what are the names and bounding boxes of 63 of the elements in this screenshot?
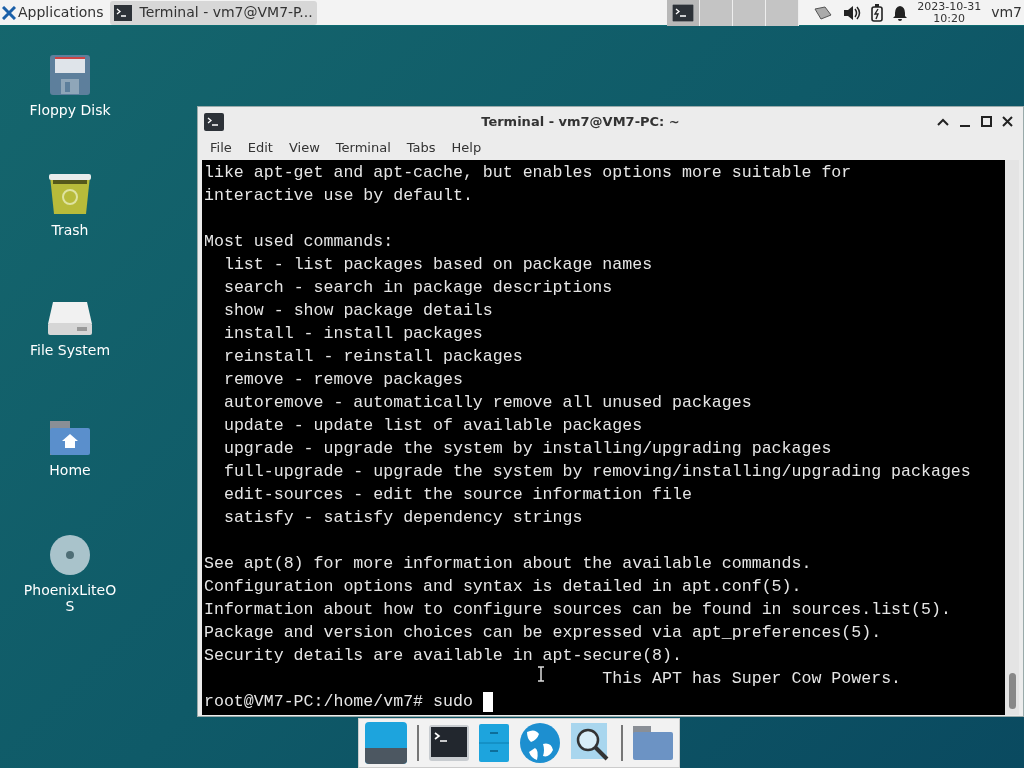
desktop-icon-label[interactable]: File System [20,342,120,358]
menu-item[interactable]: Tabs [398,138,444,158]
maximize-icon[interactable] [981,116,992,127]
terminal-icon[interactable] [429,725,469,761]
clock[interactable]: 2023-10-31 10:20 [917,0,982,25]
terminal-line: Security details are available in apt-secure(8). [204,645,682,667]
menu-item[interactable]: View [280,138,328,158]
search-icon[interactable] [571,723,611,763]
desktop-icon-label[interactable]: Trash [20,222,120,238]
menu-item[interactable]: Help [443,138,490,158]
terminal-icon [204,112,224,131]
terminal-line: like apt-get and apt-cache, but enables options more suitable for [204,162,852,184]
terminal-line: Configuration options and syntax is detailed in apt.conf(5). [204,576,802,598]
taskbar-button[interactable]: Terminal - vm7@VM7-P... [109,0,317,25]
terminal-line: See apt(8) for more information about the available commands. [204,553,812,575]
show-desktop-icon[interactable] [365,722,407,764]
menu-item[interactable]: Edit [239,138,281,158]
battery-icon[interactable] [871,3,884,22]
folder-icon[interactable] [633,726,673,760]
user-name[interactable]: vm7 [991,2,1022,23]
terminal-line: full-upgrade - upgrade the system by removing/installing/upgrading packages [223,461,971,483]
trash-icon [47,172,93,216]
volume-icon[interactable] [843,4,862,21]
disc-icon [49,534,91,576]
terminal-line: autoremove - automatically remove all unused packages [223,392,752,414]
terminal-line: remove - remove packages [223,369,463,391]
terminal-line: search - search in package descriptions [223,277,613,299]
menu-item[interactable]: File [202,138,240,158]
terminal-line: upgrade - upgrade the system by installing/upgrading packages [223,438,832,460]
terminal-line: This APT has Super Cow Powers. [602,668,902,690]
window-title: Terminal - vm7@VM7-PC: ~ [480,112,681,131]
terminal-line: update - update list of available packages [223,415,643,437]
text-cursor [482,691,493,712]
app-menu-icon [2,5,16,20]
applications-menu[interactable]: Applications [0,0,108,25]
terminal-line: reinstall - reinstall packages [223,346,523,368]
terminal-line: edit-sources - edit the source information file [223,484,692,506]
home-folder-icon [49,420,91,456]
close-icon[interactable] [1002,116,1013,127]
shade-icon[interactable] [937,116,949,127]
terminal-line: Information about how to configure sources can be found in sources.list(5). [204,599,951,621]
clock-time: 10:20 [933,12,966,25]
terminal-icon [672,3,695,22]
terminal-line: Package and version choices can be expressed via apt_preferences(5). [204,622,882,644]
clock-date: 2023-10-31 [917,0,982,13]
terminal-line: interactive use by default. [204,185,473,207]
workspace-button[interactable] [667,0,701,26]
mouse-pointer-icon [537,666,545,682]
desktop-icon-label[interactable]: PhoenixLiteOS [20,582,120,614]
terminal-line: list - list packages based on package names [223,254,653,276]
globe-icon[interactable] [519,722,561,764]
terminal-line: show - show package details [223,300,493,322]
desktop-icon-label[interactable]: Floppy Disk [20,102,120,118]
scrollbar-thumb[interactable] [1008,673,1016,709]
desktop-icon-label[interactable]: Home [20,462,120,478]
bell-icon[interactable] [893,4,908,21]
terminal-line: Most used commands: [204,231,394,253]
shell-prompt: root@VM7-PC:/home/vm7# sudo [204,691,474,713]
terminal-line: install - install packages [223,323,483,345]
hard-drive-icon [47,300,93,336]
menu-item[interactable]: Terminal [327,138,399,158]
terminal-icon [113,4,132,21]
terminal-line: satisfy - satisfy dependency strings [223,507,583,529]
